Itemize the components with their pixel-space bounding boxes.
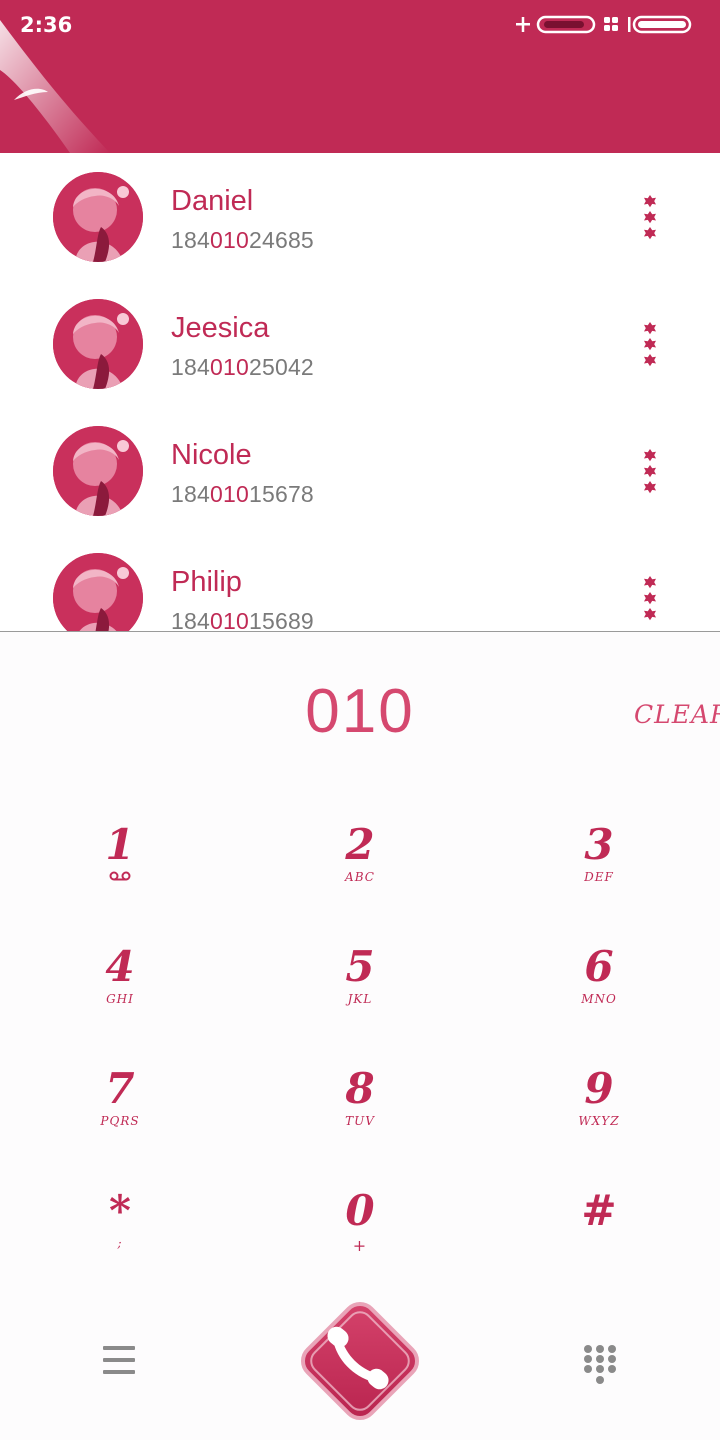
contact-row[interactable]: Daniel 18401024685	[0, 153, 720, 280]
key-letters: WXYZ	[578, 1114, 620, 1128]
key-1[interactable]: 1	[45, 822, 195, 922]
avatar-image	[53, 553, 143, 631]
number-match-highlight: 010	[209, 354, 249, 380]
key-letters: PQRS	[100, 1114, 140, 1128]
contact-name: Daniel	[171, 185, 254, 217]
key-5[interactable]: 5 JKL	[285, 944, 435, 1044]
number-match-highlight: 010	[209, 227, 249, 253]
phone-call-icon[interactable]	[291, 1292, 429, 1430]
key-letters: +	[352, 1236, 368, 1255]
contact-row[interactable]: Jeesica 18401025042	[0, 280, 720, 407]
key-digit: 1	[105, 820, 135, 869]
key-letters: GHI	[106, 992, 134, 1006]
contact-avatar[interactable]	[53, 172, 143, 262]
key-letters: ;	[117, 1236, 123, 1250]
more-vertical-icon[interactable]	[636, 574, 664, 624]
status-time: 2:36	[20, 13, 73, 37]
battery-icon	[628, 15, 692, 34]
voicemail-icon	[109, 871, 131, 881]
key-0[interactable]: 0 +	[285, 1188, 435, 1288]
more-vertical-icon[interactable]	[636, 193, 664, 243]
dial-number-display[interactable]: 010	[0, 676, 720, 747]
key-7[interactable]: 7 PQRS	[45, 1066, 195, 1166]
key-digit: 4	[105, 942, 135, 991]
avatar-image	[53, 299, 143, 389]
contact-number: 18401015689	[171, 608, 314, 631]
number-match-highlight: 010	[209, 481, 249, 507]
hamburger-menu-icon[interactable]	[103, 1345, 137, 1375]
status-icons	[516, 15, 692, 34]
key-digit: 5	[345, 942, 375, 991]
key-2[interactable]: 2 ABC	[285, 822, 435, 922]
key-letters: DEF	[584, 870, 614, 884]
key-digit: 9	[584, 1064, 614, 1113]
key-4[interactable]: 4 GHI	[45, 944, 195, 1044]
key-digit: 7	[105, 1064, 135, 1113]
key-letters: JKL	[347, 992, 373, 1006]
key-9[interactable]: 9 WXYZ	[524, 1066, 674, 1166]
app-header: 2:36	[0, 0, 720, 153]
number-match-highlight: 010	[209, 608, 249, 631]
dialpad-icon[interactable]	[583, 1344, 617, 1386]
contact-avatar[interactable]	[53, 426, 143, 516]
more-vertical-icon[interactable]	[636, 320, 664, 370]
contact-number: 18401024685	[171, 227, 314, 253]
contact-name: Philip	[171, 566, 242, 598]
contact-list[interactable]: Daniel 18401024685 Jeesica 18401025042 N…	[0, 153, 720, 631]
key-digit: 3	[584, 820, 614, 869]
more-vertical-icon[interactable]	[636, 447, 664, 497]
contact-number: 18401025042	[171, 354, 314, 380]
key-3[interactable]: 3 DEF	[524, 822, 674, 922]
list-divider	[0, 631, 720, 632]
key-hash[interactable]: #	[524, 1188, 674, 1288]
key-digit: 8	[345, 1064, 375, 1113]
key-star[interactable]: * ;	[45, 1188, 195, 1288]
avatar-image	[53, 426, 143, 516]
key-digit: 6	[584, 942, 614, 991]
key-8[interactable]: 8 TUV	[285, 1066, 435, 1166]
key-letters: MNO	[581, 992, 617, 1006]
key-letters: ABC	[345, 870, 375, 884]
contact-avatar[interactable]	[53, 299, 143, 389]
contact-number: 18401015678	[171, 481, 314, 507]
contact-avatar[interactable]	[53, 553, 143, 631]
contact-row[interactable]: Philip 18401015689	[0, 534, 720, 631]
key-6[interactable]: 6 MNO	[524, 944, 674, 1044]
key-letters: TUV	[345, 1114, 375, 1128]
key-digit: 2	[345, 820, 375, 869]
contact-name: Nicole	[171, 439, 252, 471]
signal-plus-icon	[516, 17, 530, 32]
apps-icon	[604, 17, 618, 31]
clear-button[interactable]: CLEAR	[634, 700, 720, 729]
signal-strength-icon	[536, 15, 596, 34]
key-digit: 0	[345, 1186, 375, 1235]
avatar-image	[53, 172, 143, 262]
key-digit: *	[109, 1186, 131, 1235]
contact-name: Jeesica	[171, 312, 270, 344]
contact-row[interactable]: Nicole 18401015678	[0, 407, 720, 534]
key-digit: #	[581, 1186, 617, 1235]
